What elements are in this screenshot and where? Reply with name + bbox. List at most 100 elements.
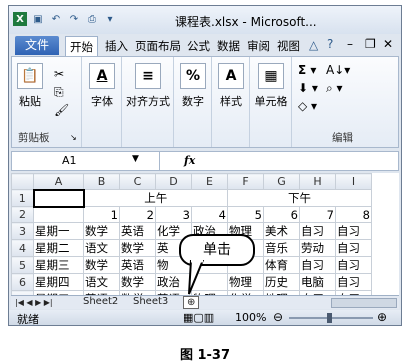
cell[interactable]: 自习 — [335, 256, 372, 274]
cell[interactable]: 电脑 — [299, 273, 336, 291]
tab-review[interactable]: 审阅 — [247, 38, 270, 54]
cell[interactable]: 星期一 — [33, 222, 84, 240]
zoom-in-icon[interactable]: ⊕ — [377, 310, 387, 324]
cell[interactable]: 3 — [155, 206, 192, 223]
excel-window: X ▣ ↶ ↷ ⎙ ▾ 课程表.xlsx - Microsoft... 文件 开… — [8, 5, 402, 326]
tab-home[interactable]: 开始 — [65, 36, 98, 56]
cell[interactable]: 体育 — [263, 256, 300, 274]
number-button[interactable]: % 数字 — [178, 63, 208, 109]
tab-formulas[interactable]: 公式 — [187, 38, 210, 54]
cell-a1-selected[interactable] — [32, 188, 85, 208]
col-header[interactable]: G — [263, 173, 300, 190]
cell[interactable]: 2 — [119, 206, 156, 223]
sheet-tab-sheet2[interactable]: Sheet2 — [83, 296, 118, 307]
copy-icon[interactable]: ⎘ — [54, 85, 64, 100]
tab-data[interactable]: 数据 — [217, 38, 240, 54]
cell[interactable]: 1 — [83, 206, 120, 223]
font-button[interactable]: A 字体 — [87, 63, 117, 109]
autosum-icon[interactable]: Σ ▾ — [298, 63, 316, 77]
horizontal-scrollbar[interactable] — [331, 298, 397, 308]
name-box-dropdown-icon[interactable]: ▼ — [132, 154, 139, 164]
cells-button[interactable]: ▦ 单元格 — [252, 63, 290, 109]
col-header[interactable]: E — [191, 173, 228, 190]
collapse-ribbon-icon[interactable]: △ — [309, 38, 318, 52]
row-header[interactable]: 5 — [11, 256, 34, 274]
cell[interactable]: 自习 — [299, 222, 336, 240]
cell-pm-header[interactable]: 下午 — [227, 189, 372, 207]
cell[interactable]: 美术 — [263, 222, 300, 240]
cell[interactable]: 数学 — [119, 273, 156, 291]
zoom-out-icon[interactable]: ⊖ — [273, 310, 283, 324]
col-header[interactable]: C — [119, 173, 156, 190]
minimize-icon[interactable]: – — [347, 37, 353, 51]
find-select-icon[interactable]: ⌕ ▾ — [326, 81, 343, 96]
cell[interactable]: 自习 — [335, 239, 372, 257]
col-header[interactable]: H — [299, 173, 336, 190]
qat-dropdown-icon[interactable]: ▾ — [103, 12, 117, 26]
cell[interactable]: 劳动 — [299, 239, 336, 257]
cell[interactable]: 4 — [191, 206, 228, 223]
cell[interactable]: 数学 — [83, 256, 120, 274]
row-header[interactable]: 2 — [11, 206, 34, 223]
col-header[interactable]: B — [83, 173, 120, 190]
tab-page-layout[interactable]: 页面布局 — [135, 38, 181, 54]
cell[interactable]: 自习 — [299, 256, 336, 274]
cell[interactable]: 物理 — [227, 273, 264, 291]
format-painter-icon[interactable]: 🖌 — [54, 103, 69, 117]
col-header[interactable]: D — [155, 173, 192, 190]
cell[interactable]: 英语 — [119, 256, 156, 274]
clear-icon[interactable]: ◇ ▾ — [298, 99, 317, 113]
fx-icon[interactable]: fx — [184, 154, 195, 167]
zoom-level[interactable]: 100% — [235, 311, 266, 324]
row-header[interactable]: 4 — [11, 239, 34, 257]
cell[interactable]: 语文 — [83, 273, 120, 291]
row-header[interactable]: 1 — [11, 189, 34, 207]
tab-view[interactable]: 视图 — [277, 38, 300, 54]
undo-icon[interactable]: ↶ — [49, 12, 63, 26]
col-header[interactable]: A — [33, 173, 84, 190]
row-header[interactable]: 3 — [11, 222, 34, 240]
cell[interactable]: 英语 — [119, 222, 156, 240]
cell-am-header[interactable]: 上午 — [83, 189, 228, 207]
redo-icon[interactable]: ↷ — [67, 12, 81, 26]
col-header[interactable]: I — [335, 173, 372, 190]
view-buttons-icon[interactable]: ▦▢▥ — [183, 311, 214, 324]
cell[interactable]: 8 — [335, 206, 372, 223]
cell[interactable]: 星期二 — [33, 239, 84, 257]
cell[interactable]: 数学 — [83, 222, 120, 240]
cell[interactable]: 自习 — [335, 273, 372, 291]
cell[interactable]: 语文 — [83, 239, 120, 257]
font-icon: A — [89, 63, 115, 89]
row-header[interactable]: 6 — [11, 273, 34, 291]
fill-icon[interactable]: ⬇ ▾ — [298, 81, 318, 95]
sheet-nav-arrows-icon[interactable]: |◀ ◀ ▶ ▶| — [15, 298, 53, 307]
cell[interactable]: 6 — [263, 206, 300, 223]
close-icon[interactable]: ✕ — [383, 37, 393, 51]
dialog-launcher-icon[interactable]: ↘ — [70, 133, 77, 142]
tab-file[interactable]: 文件 — [15, 36, 59, 55]
cell[interactable]: 星期四 — [33, 273, 84, 291]
cut-icon[interactable]: ✂ — [54, 67, 64, 81]
sort-filter-icon[interactable]: A↓▾ — [326, 63, 350, 77]
cell[interactable]: 自习 — [335, 222, 372, 240]
cell[interactable]: 数学 — [119, 239, 156, 257]
cell[interactable]: 历史 — [263, 273, 300, 291]
sheet-tab-sheet3[interactable]: Sheet3 — [133, 296, 168, 307]
tab-insert[interactable]: 插入 — [105, 38, 128, 54]
cell[interactable]: 星期三 — [33, 256, 84, 274]
help-icon[interactable]: ? — [327, 37, 333, 51]
cell[interactable] — [33, 206, 84, 223]
insert-worksheet-icon[interactable]: ⊕ — [183, 296, 200, 309]
paste-button[interactable]: 📋 粘贴 — [16, 63, 44, 109]
restore-icon[interactable]: ❐ — [365, 37, 376, 51]
print-icon[interactable]: ⎙ — [85, 12, 99, 26]
cell[interactable]: 音乐 — [263, 239, 300, 257]
cell[interactable]: 7 — [299, 206, 336, 223]
zoom-slider-thumb[interactable] — [327, 313, 332, 323]
select-all-corner[interactable] — [11, 173, 34, 190]
cell[interactable]: 5 — [227, 206, 264, 223]
alignment-button[interactable]: ≡ 对齐方式 — [124, 63, 172, 109]
save-icon[interactable]: ▣ — [31, 12, 45, 26]
style-button[interactable]: A 样式 — [216, 63, 246, 109]
col-header[interactable]: F — [227, 173, 264, 190]
